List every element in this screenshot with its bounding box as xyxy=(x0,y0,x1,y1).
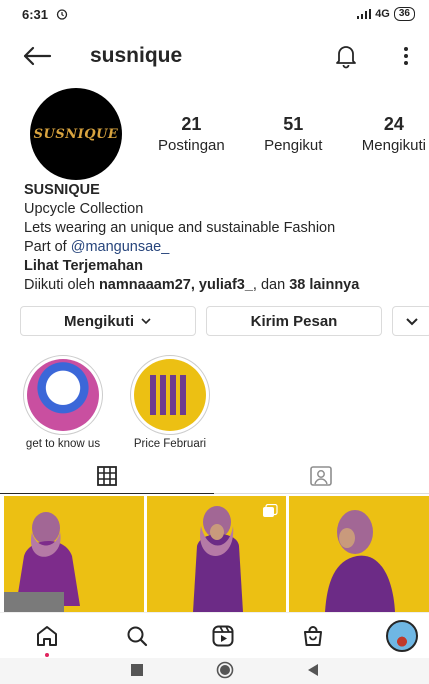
highlight-thumbnail xyxy=(134,359,206,431)
chevron-down-icon xyxy=(141,318,151,325)
bell-icon[interactable] xyxy=(333,43,359,69)
profile-stats: 21 Postingan 51 Pengikut 24 Mengikuti xyxy=(158,114,426,154)
profile-actions: Mengikuti Kirim Pesan xyxy=(20,306,429,336)
nav-reels[interactable] xyxy=(210,623,236,649)
highlight-ring xyxy=(23,355,103,435)
post-photo xyxy=(325,510,396,612)
profile-avatar[interactable]: SUSNIQUE xyxy=(30,88,122,180)
network-label: 4G xyxy=(375,8,390,20)
battery-indicator: 36 xyxy=(393,7,415,21)
message-button-label: Kirim Pesan xyxy=(250,312,338,330)
message-button[interactable]: Kirim Pesan xyxy=(206,306,382,336)
nav-shop[interactable] xyxy=(300,623,326,649)
home-button-icon[interactable] xyxy=(216,661,234,679)
followed-by-names: namnaaam27, yuliaf3_ xyxy=(98,277,253,293)
story-highlight[interactable]: get to know us xyxy=(13,355,113,450)
highlight-thumbnail xyxy=(27,359,99,431)
following-button[interactable]: Mengikuti xyxy=(20,306,196,336)
post-thumbnail[interactable] xyxy=(4,496,144,612)
post-photo xyxy=(4,512,80,612)
more-options-icon[interactable] xyxy=(398,44,414,68)
multiple-photos-icon xyxy=(263,504,278,517)
stat-following-count: 24 xyxy=(383,114,404,134)
status-bar: 6:31 4G 36 xyxy=(0,0,429,28)
suggested-accounts-button[interactable] xyxy=(392,306,429,336)
nav-profile-avatar[interactable] xyxy=(386,620,418,652)
stat-posts[interactable]: 21 Postingan xyxy=(158,114,225,154)
bottom-navigation xyxy=(0,612,429,658)
highlight-ring xyxy=(130,355,210,435)
stat-followers[interactable]: 51 Pengikut xyxy=(264,114,322,154)
nav-search[interactable] xyxy=(124,623,150,649)
followed-by[interactable]: Diikuti oleh namnaaam27, yuliaf3_, dan 3… xyxy=(24,276,424,295)
profile-display-name: SUSNIQUE xyxy=(24,182,100,198)
grid-icon xyxy=(97,465,117,486)
post-thumbnail[interactable] xyxy=(289,496,429,612)
reels-icon xyxy=(212,625,234,647)
posts-grid xyxy=(0,496,429,612)
bio-line: Upcycle Collection xyxy=(24,201,144,217)
story-highlight[interactable]: Price Februari xyxy=(120,355,220,450)
bio-part-of-text: Part of xyxy=(24,239,71,255)
bio-line: Lets wearing an unique and sustainable F… xyxy=(24,220,336,236)
followed-by-mid: , dan xyxy=(252,277,290,293)
mention-link[interactable]: @mangunsae_ xyxy=(71,239,170,255)
avatar-logo-text: SUSNIQUE xyxy=(33,126,119,142)
notification-dot xyxy=(45,653,49,657)
status-time: 6:31 xyxy=(22,6,49,22)
alarm-icon xyxy=(56,9,68,20)
back-button-icon[interactable] xyxy=(306,663,320,677)
profile-tabs xyxy=(0,458,429,494)
stat-followers-count: 51 xyxy=(283,114,304,134)
system-navigation-bar xyxy=(0,658,429,684)
nav-home[interactable] xyxy=(34,623,60,649)
followed-by-more: 38 lainnya xyxy=(289,277,360,293)
following-button-label: Mengikuti xyxy=(64,312,134,330)
profile-header: susnique xyxy=(0,38,429,74)
tagged-person-icon xyxy=(310,466,332,486)
tab-posts-grid[interactable] xyxy=(0,458,214,494)
chevron-down-icon xyxy=(406,317,418,325)
profile-bio: SUSNIQUE Upcycle Collection Lets wearing… xyxy=(24,181,424,295)
stat-posts-label: Postingan xyxy=(158,137,225,154)
bio-part-of: Part of @mangunsae_ xyxy=(24,238,424,257)
stat-followers-label: Pengikut xyxy=(264,137,323,154)
highlight-label: Price Februari xyxy=(133,438,207,450)
post-thumbnail[interactable] xyxy=(146,496,287,612)
stat-following-label: Mengikuti xyxy=(361,137,426,154)
translate-link[interactable]: Lihat Terjemahan xyxy=(24,257,424,276)
search-icon xyxy=(127,626,148,647)
back-arrow-icon[interactable] xyxy=(22,46,52,66)
signal-icon xyxy=(357,9,372,19)
profile-username: susnique xyxy=(90,44,183,67)
tab-tagged[interactable] xyxy=(214,458,428,494)
recent-apps-icon[interactable] xyxy=(130,663,144,677)
highlight-label: get to know us xyxy=(25,438,101,450)
stat-posts-count: 21 xyxy=(181,114,202,134)
followed-by-prefix: Diikuti oleh xyxy=(24,277,99,293)
stat-following[interactable]: 24 Mengikuti xyxy=(362,114,426,154)
home-icon xyxy=(37,626,57,646)
shopping-bag-icon xyxy=(304,626,322,646)
